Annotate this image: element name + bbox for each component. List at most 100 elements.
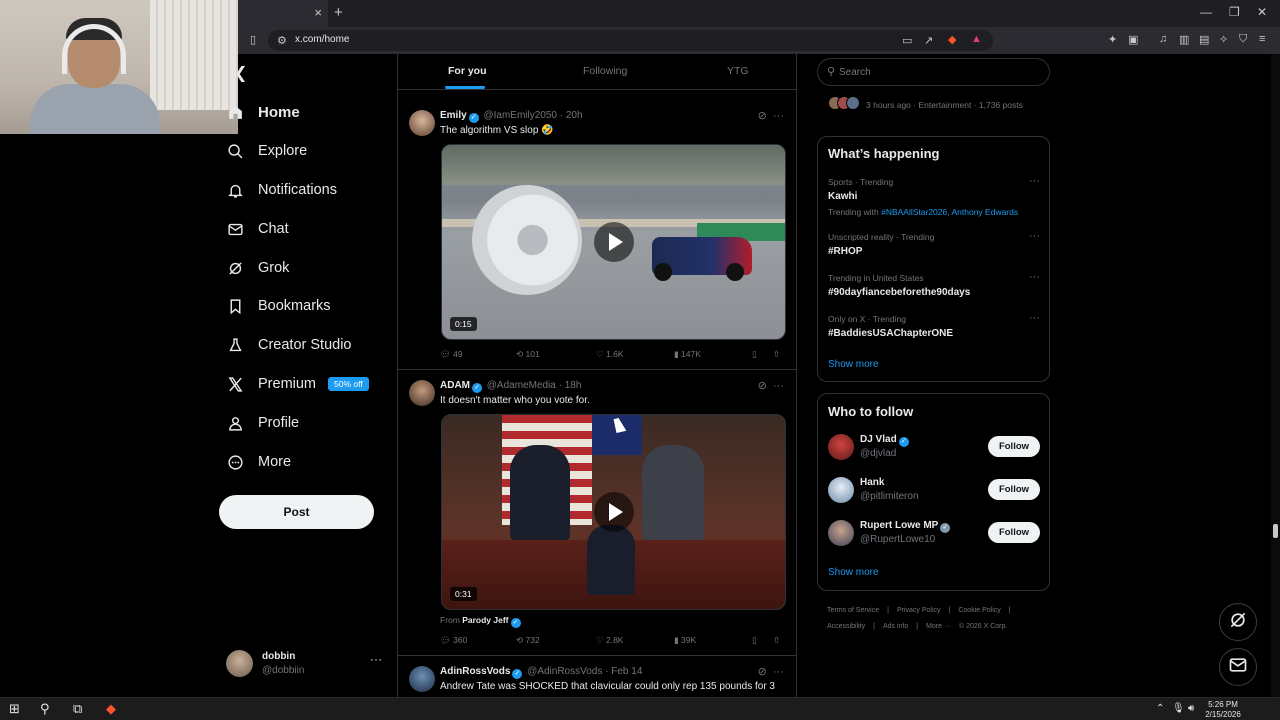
trend-item[interactable]: Trending in United States #90dayfiancebe…: [828, 271, 1040, 298]
nav-more[interactable]: More: [226, 447, 291, 477]
bookmark-icon[interactable]: ▯: [752, 349, 757, 360]
restore-icon[interactable]: ❐: [1229, 5, 1240, 19]
task-view-icon[interactable]: ⧉: [73, 701, 82, 717]
follow-button[interactable]: Follow: [988, 436, 1040, 457]
like-button[interactable]: ♡ 2.8K: [596, 635, 623, 646]
trend-item[interactable]: Only on X · Trending #BaddiesUSAChapterO…: [828, 312, 1040, 339]
like-button[interactable]: ♡ 1.6K: [596, 349, 623, 360]
nav-creator-studio[interactable]: Creator Studio: [226, 330, 352, 360]
grok-icon[interactable]: ⊘: [758, 110, 767, 122]
tweet[interactable]: AdinRossVods ✓ @AdinRossVods · Feb 14 ⊘ ·…: [398, 656, 796, 697]
music-icon[interactable]: ♫: [1159, 33, 1167, 45]
footer-link[interactable]: Cookie Policy: [958, 607, 1000, 614]
tweet-video[interactable]: 0:15: [441, 144, 786, 340]
minimize-icon[interactable]: —: [1200, 5, 1212, 19]
nav-profile[interactable]: Profile: [226, 408, 299, 438]
trend-item[interactable]: Sports · Trending Kawhi Trending with #N…: [828, 175, 1040, 217]
repost-button[interactable]: ⟲ 101: [516, 349, 540, 360]
windows-start-icon[interactable]: ⊞: [9, 701, 20, 717]
previous-trend[interactable]: 3 hours ago · Entertainment · 1,736 post…: [828, 96, 1048, 114]
tweet-time[interactable]: · 20h: [560, 110, 583, 121]
show-more-link[interactable]: Show more: [828, 567, 879, 578]
tab-ytg[interactable]: YTG: [727, 65, 749, 77]
views-button[interactable]: ▮ 39K: [674, 635, 696, 646]
avatar[interactable]: [828, 434, 854, 460]
footer-link[interactable]: Privacy Policy: [897, 607, 941, 614]
follow-suggestion[interactable]: Rupert Lowe MP ✓ @RupertLowe10 Follow: [828, 520, 1040, 550]
footer-link[interactable]: Terms of Service: [827, 607, 879, 614]
tray-chevron-icon[interactable]: ⌃: [1156, 703, 1164, 714]
site-info-icon[interactable]: ⚙: [277, 34, 287, 47]
messages-fab[interactable]: [1219, 648, 1257, 686]
nav-chat[interactable]: Chat: [226, 214, 289, 244]
nav-bookmarks[interactable]: Bookmarks: [226, 291, 331, 321]
menu-icon[interactable]: ≡: [1259, 33, 1265, 45]
search-input[interactable]: Search: [839, 67, 871, 78]
trend-sub-links[interactable]: #NBAAllStar2026, Anthony Edwards: [881, 207, 1018, 217]
more-icon[interactable]: ···: [1029, 230, 1040, 242]
tab-for-you[interactable]: For you: [448, 65, 487, 77]
follow-suggestion[interactable]: DJ Vlad ✓ @djvlad Follow: [828, 434, 1040, 464]
scrollbar[interactable]: [1271, 54, 1280, 697]
nav-premium[interactable]: Premium 50% off: [226, 369, 369, 399]
reader-icon[interactable]: ▣: [1128, 33, 1138, 46]
tweet-author-name[interactable]: ADAM: [440, 380, 470, 391]
follow-suggestion[interactable]: Hank @pitlimiteron Follow: [828, 477, 1040, 507]
views-button[interactable]: ▮ 147K: [674, 349, 701, 360]
search-icon[interactable]: ⚲: [40, 701, 50, 717]
grok-fab[interactable]: [1219, 603, 1257, 641]
tweet-author-handle[interactable]: @AdinRossVods: [527, 666, 602, 677]
grok-icon[interactable]: ⊘: [758, 666, 767, 678]
vpn-icon[interactable]: ⛉: [1239, 33, 1247, 46]
avatar[interactable]: [828, 477, 854, 503]
tweet-author-name[interactable]: Emily: [440, 110, 467, 121]
tweet-author-handle[interactable]: @IamEmily2050: [483, 110, 557, 121]
volume-icon[interactable]: 🔊︎: [1188, 703, 1194, 714]
footer-link[interactable]: Ads info: [883, 623, 908, 630]
bookmark-icon[interactable]: ▯: [752, 635, 757, 646]
repost-button[interactable]: ⟲ 732: [516, 635, 540, 646]
leo-icon[interactable]: ✧: [1219, 33, 1228, 46]
browser-tab[interactable]: ×: [238, 0, 328, 27]
more-icon[interactable]: ···: [773, 110, 784, 122]
share-icon[interactable]: ⇧: [773, 349, 780, 360]
show-more-link[interactable]: Show more: [828, 359, 879, 370]
bookmark-page-icon[interactable]: ▯: [250, 33, 256, 46]
reply-button[interactable]: 💬︎ 360: [440, 635, 467, 646]
post-button[interactable]: Post: [219, 495, 374, 529]
more-icon[interactable]: ···: [1029, 312, 1040, 324]
tweet-author-name[interactable]: AdinRossVods: [440, 666, 510, 677]
trend-item[interactable]: Unscripted reality · Trending #RHOP ···: [828, 230, 1040, 257]
more-icon[interactable]: ···: [1029, 271, 1040, 283]
system-clock[interactable]: 5:26 PM 2/15/2026: [1200, 700, 1246, 720]
play-icon[interactable]: [593, 222, 634, 262]
grok-icon[interactable]: ⊘: [758, 380, 767, 392]
search-box[interactable]: ⚲ Search: [817, 58, 1050, 86]
new-tab-button[interactable]: +: [334, 4, 343, 21]
reply-button[interactable]: 💬︎ 49: [440, 349, 463, 360]
wallet-icon[interactable]: ▤: [1199, 33, 1209, 46]
footer-link[interactable]: More ···: [926, 623, 951, 630]
follow-button[interactable]: Follow: [988, 522, 1040, 543]
scrollbar-thumb[interactable]: [1273, 524, 1278, 538]
tweet-author-handle[interactable]: @AdameMedia: [487, 380, 556, 391]
back-arrow-icon[interactable]: ❮: [234, 63, 247, 83]
follow-button[interactable]: Follow: [988, 479, 1040, 500]
extensions-icon[interactable]: ✦: [1108, 33, 1117, 46]
more-icon[interactable]: ···: [773, 666, 784, 678]
nav-notifications[interactable]: Notifications: [226, 175, 337, 205]
account-switcher[interactable]: dobbin @dobbiin ···: [226, 648, 386, 682]
avatar[interactable]: [409, 666, 435, 692]
avatar[interactable]: [828, 520, 854, 546]
attribution-name[interactable]: Parody Jeff: [462, 615, 508, 625]
tweet[interactable]: Emily ✓ @IamEmily2050 · 20h ⊘ ··· The alg…: [398, 100, 796, 370]
tab-close-icon[interactable]: ×: [314, 5, 322, 20]
nav-home[interactable]: Home: [226, 97, 300, 127]
footer-link[interactable]: Accessibility: [827, 623, 865, 630]
tweet[interactable]: ADAM ✓ @AdameMedia · 18h ⊘ ··· It doesn't…: [398, 370, 796, 656]
tweet-time[interactable]: · Feb 14: [605, 666, 642, 677]
close-window-icon[interactable]: ✕: [1257, 5, 1267, 19]
avatar[interactable]: [409, 380, 435, 406]
brave-shield-icon[interactable]: ◆: [948, 33, 956, 46]
nav-explore[interactable]: Explore: [226, 136, 307, 166]
